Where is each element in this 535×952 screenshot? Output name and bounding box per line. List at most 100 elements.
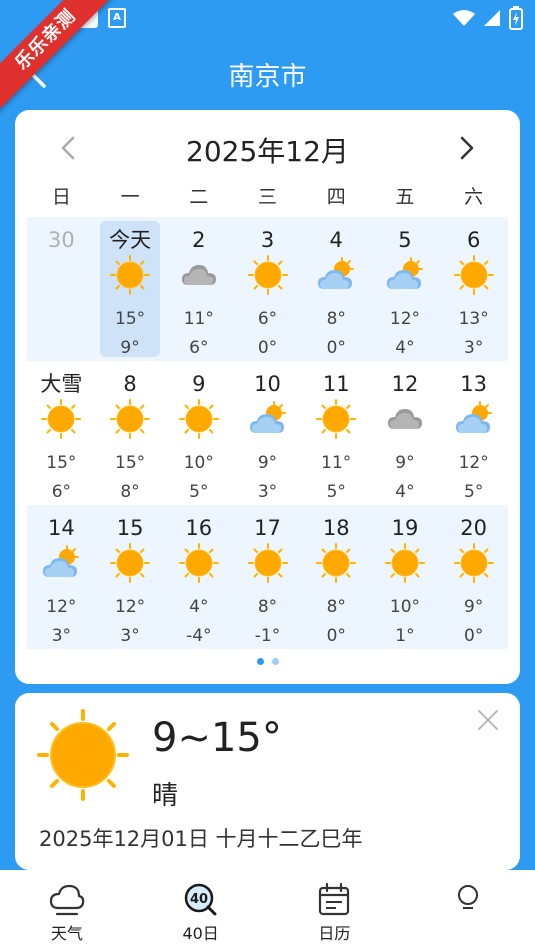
day-label: 30	[47, 228, 75, 252]
day-label: 3	[260, 228, 275, 252]
day-label: 13	[460, 372, 488, 396]
low-temp: 3°	[464, 338, 484, 358]
high-temp: 8°	[257, 597, 278, 617]
sun-icon	[316, 543, 357, 583]
nav-calendar[interactable]: 日历	[268, 870, 402, 952]
day-label: 今天	[109, 228, 152, 252]
sun-icon	[110, 399, 151, 439]
empty-icon	[41, 255, 81, 295]
nav-more[interactable]	[401, 870, 535, 952]
low-temp: 4°	[395, 482, 415, 502]
day-cell[interactable]: 9 10° 5°	[164, 361, 233, 505]
sun-icon	[247, 255, 288, 295]
cloudy-icon	[181, 265, 216, 285]
weekday-label: 二	[189, 186, 209, 208]
high-temp: 11°	[321, 453, 352, 473]
day-label: 11	[322, 372, 350, 396]
weekday-header: 日 一 二 三 四 五 六	[27, 182, 508, 212]
high-temp: 12°	[458, 453, 489, 473]
day-cell[interactable]: 10 9° 3°	[233, 361, 302, 505]
day-label: 大雪	[40, 372, 83, 396]
high-temp: 4°	[189, 597, 209, 617]
high-temp: 6°	[257, 309, 278, 329]
month-title: 2025年12月	[186, 135, 349, 168]
day-label: 5	[398, 228, 412, 252]
high-temp: 9°	[464, 597, 484, 617]
high-temp: 11°	[183, 309, 214, 329]
day-label: 4	[329, 228, 343, 252]
day-label: 19	[391, 516, 419, 540]
high-temp: 8°	[326, 597, 346, 617]
weekday-label: 四	[326, 186, 346, 208]
nav-weather[interactable]: 天气	[0, 870, 134, 952]
day-cell[interactable]: 17 8° -1°	[233, 505, 302, 649]
low-temp: 3°	[51, 626, 72, 646]
sun-icon	[178, 543, 219, 583]
page-dot[interactable]	[256, 658, 264, 665]
day-detail-card: 9~15° 晴 2025年12月01日 十月十二乙巳年	[15, 693, 520, 870]
low-temp: 9°	[120, 338, 140, 358]
high-temp: 9°	[395, 453, 415, 473]
nav-label: 日历	[318, 924, 351, 943]
weekday-label: 六	[464, 186, 484, 208]
day-cell[interactable]: 18 8° 0°	[302, 505, 371, 649]
day-label: 9	[192, 372, 206, 396]
weekday-label: 五	[395, 186, 415, 208]
low-temp: 0°	[464, 626, 484, 646]
day-cell-today[interactable]: 今天 15° 9°	[96, 217, 165, 361]
day-cell[interactable]: 19 10° 1°	[371, 505, 440, 649]
signal-icon	[484, 10, 500, 26]
high-temp: 13°	[458, 309, 489, 329]
day-cell[interactable]: 5 12° 4°	[371, 217, 440, 361]
sun-icon	[247, 543, 288, 583]
forty-day-icon: 40	[184, 883, 217, 916]
sun-icon	[37, 709, 129, 801]
partly-cloudy-icon	[249, 401, 286, 433]
day-label: 20	[460, 516, 488, 540]
day-cell[interactable]: 3 6° 0°	[233, 217, 302, 361]
low-temp: 6°	[51, 482, 72, 502]
low-temp: 5°	[464, 482, 484, 502]
nav-40-day[interactable]: 40 40日	[134, 870, 268, 952]
bottom-nav: 天气 40 40日 日历	[0, 870, 535, 952]
day-cell[interactable]: 12 9° 4°	[371, 361, 440, 505]
day-label: 8	[123, 372, 137, 396]
day-label: 18	[322, 516, 350, 540]
high-temp: 12°	[115, 597, 146, 617]
partly-cloudy-icon	[318, 257, 355, 289]
nav-label: 天气	[50, 924, 83, 943]
page-title: 南京市	[228, 62, 307, 92]
day-cell[interactable]: 8 15° 8°	[96, 361, 165, 505]
sun-icon	[453, 543, 494, 583]
high-temp: 10°	[183, 453, 214, 473]
high-temp: 15°	[46, 453, 77, 473]
low-temp: 0°	[326, 626, 346, 646]
day-cell[interactable]: 15 12° 3°	[96, 505, 165, 649]
high-temp: 10°	[389, 597, 421, 617]
day-cell[interactable]: 4 8° 0°	[302, 217, 371, 361]
low-temp: 8°	[120, 482, 140, 502]
close-icon[interactable]	[475, 707, 501, 733]
day-label: 15	[116, 516, 144, 540]
battery-icon	[509, 6, 523, 30]
page-dot[interactable]	[271, 658, 279, 665]
month-header: 2025年12月	[15, 128, 520, 168]
day-cell[interactable]: 13 12° 5°	[439, 361, 508, 505]
day-cell[interactable]: 11 11° 5°	[302, 361, 371, 505]
forty-badge-text: 40	[190, 892, 208, 907]
day-cell[interactable]: 20 9° 0°	[439, 505, 508, 649]
low-temp: -1°	[254, 626, 281, 646]
day-cell[interactable]: 2 11° 6°	[164, 217, 233, 361]
calendar-icon	[319, 882, 350, 916]
week-row: 大雪 15° 6° 8 15° 8° 9 10° 5° 10 9° 3° 11 11° 5° 12 9° 4° 13…	[27, 361, 508, 505]
day-label: 10	[254, 372, 281, 396]
high-temp: 15°	[115, 453, 146, 473]
low-temp: 3°	[257, 482, 278, 502]
day-cell[interactable]: 大雪 15° 6°	[27, 361, 96, 505]
day-cell[interactable]: 14 12° 3°	[27, 505, 96, 649]
day-cell[interactable]: 30	[27, 217, 96, 361]
day-cell[interactable]: 16 4° -4°	[164, 505, 233, 649]
next-month-icon[interactable]	[452, 132, 480, 164]
low-temp: 5°	[326, 482, 346, 502]
day-cell[interactable]: 6 13° 3°	[439, 217, 508, 361]
